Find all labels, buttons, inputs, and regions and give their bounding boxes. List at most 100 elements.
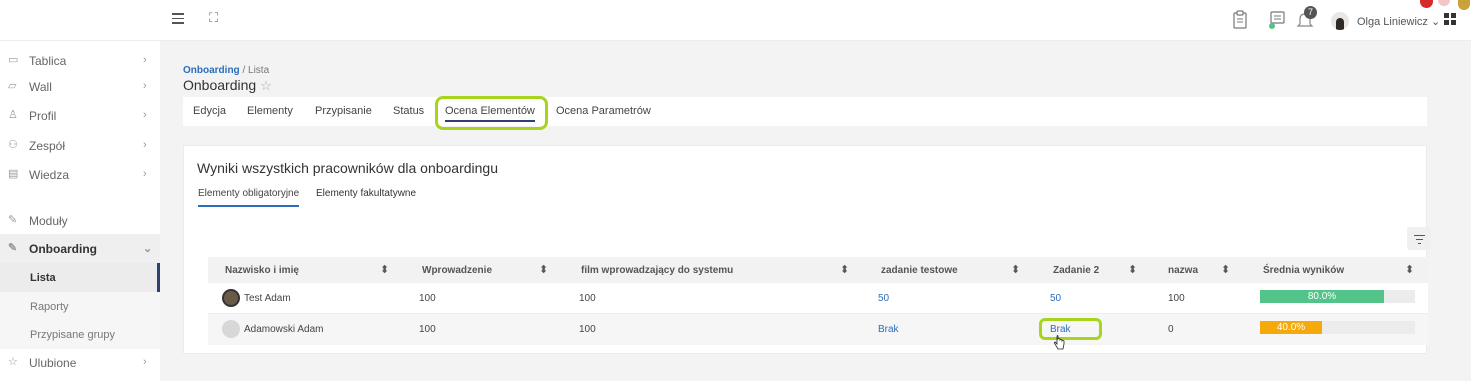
sort-icon[interactable]: ⬍ <box>539 263 548 276</box>
fullscreen-icon[interactable]: ⛶ <box>209 10 218 26</box>
sidebar-subitem-label: Lista <box>30 272 56 284</box>
user-icon: ♙ <box>8 109 18 121</box>
tab-ocena-parametrow[interactable]: Ocena Parametrów <box>556 105 651 117</box>
sidebar-subitem-przypisane-grupy[interactable]: Przypisane grupy <box>0 320 160 349</box>
filter-button[interactable] <box>1407 227 1431 250</box>
monitor-icon: ▭ <box>8 54 19 66</box>
filter-icon <box>1414 235 1425 236</box>
sidebar-item-label: Wall <box>29 80 52 94</box>
sidebar-item-label: Tablica <box>29 54 67 68</box>
apps-grid-icon[interactable] <box>1444 13 1457 26</box>
sidebar-item-onboarding[interactable]: ✎ Onboarding ⌄ <box>0 234 160 263</box>
column-header-zadanie-testowe[interactable]: zadanie testowe <box>881 265 958 276</box>
average-progress-bar: 80.0% <box>1260 290 1415 303</box>
favorite-star-icon[interactable]: ☆ <box>260 78 272 93</box>
sidebar-item-label: Moduły <box>29 214 68 228</box>
sidebar-item-moduly[interactable]: ✎ Moduły <box>0 206 160 235</box>
tab-edycja[interactable]: Edycja <box>193 105 226 117</box>
tab-przypisanie[interactable]: Przypisanie <box>315 105 372 117</box>
card-title: Wyniki wszystkich pracowników dla onboar… <box>197 160 499 176</box>
cell-film: 100 <box>579 293 596 304</box>
chat-icon: ▱ <box>8 80 17 92</box>
subtab-elementy-fakultatywne[interactable]: Elementy fakultatywne <box>316 188 416 199</box>
table-row[interactable]: Test Adam 100 100 50 50 100 80.0% <box>208 283 1428 314</box>
sidebar-item-wiedza[interactable]: ▤ Wiedza › <box>0 160 160 189</box>
breadcrumb-current: Lista <box>248 65 270 76</box>
table-header: Nazwisko i imię ⬍ Wprowadzenie ⬍ film wp… <box>208 257 1428 283</box>
chevron-down-icon: ⌄ <box>1430 16 1441 28</box>
flag-pl-icon[interactable] <box>1420 0 1433 8</box>
sidebar-item-label: Zespół <box>29 139 66 153</box>
sidebar-item-ulubione[interactable]: ☆ Ulubione › <box>0 348 160 377</box>
menu-icon[interactable] <box>172 13 184 25</box>
cell-zadanie-2-link[interactable]: 50 <box>1050 293 1061 304</box>
cell-wprowadzenie: 100 <box>419 324 436 335</box>
sidebar-subitem-lista[interactable]: Lista <box>0 263 160 292</box>
sidebar-subitem-label: Przypisane grupy <box>30 329 115 341</box>
chevron-right-icon: › <box>143 356 147 368</box>
sort-icon[interactable]: ⬍ <box>1128 263 1137 276</box>
avatar <box>222 320 240 338</box>
clipboard-icon[interactable] <box>1231 10 1249 30</box>
chevron-right-icon: › <box>143 109 147 121</box>
column-header-wprowadzenie[interactable]: Wprowadzenie <box>422 265 492 276</box>
cell-film: 100 <box>579 324 596 335</box>
flag-icon[interactable] <box>1458 0 1470 10</box>
sort-icon[interactable]: ⬍ <box>1405 263 1414 276</box>
sort-icon[interactable]: ⬍ <box>1221 263 1230 276</box>
average-progress-fill: 80.0% <box>1260 290 1384 303</box>
book-icon: ▤ <box>8 168 19 180</box>
chevron-right-icon: › <box>143 54 147 66</box>
flag-icon[interactable] <box>1438 0 1450 6</box>
chevron-right-icon: › <box>143 80 147 92</box>
top-bar: ⛶ 7 Olga Liniewicz ⌄ <box>0 0 1471 41</box>
cell-zadanie-testowe-link[interactable]: 50 <box>878 293 889 304</box>
sort-icon[interactable]: ⬍ <box>1011 263 1020 276</box>
user-avatar[interactable] <box>1331 12 1349 30</box>
cell-nazwa: 0 <box>1168 324 1174 335</box>
table-row[interactable]: Adamowski Adam 100 100 Brak Brak 0 40.0% <box>208 314 1428 345</box>
messages-icon[interactable] <box>1268 10 1286 30</box>
chevron-right-icon: › <box>143 139 147 151</box>
user-menu[interactable]: Olga Liniewicz ⌄ <box>1357 15 1440 28</box>
sort-icon[interactable]: ⬍ <box>840 263 849 276</box>
puzzle-icon: ✎ <box>8 214 18 226</box>
breadcrumb-link-onboarding[interactable]: Onboarding <box>183 65 240 76</box>
sidebar-item-label: Onboarding <box>29 242 97 256</box>
sort-icon[interactable]: ⬍ <box>380 263 389 276</box>
sidebar: ▭ Tablica › ▱ Wall › ♙ Profil › ⚇ Zespół… <box>0 41 160 381</box>
highlight-annotation <box>435 96 548 130</box>
tab-status[interactable]: Status <box>393 105 424 117</box>
hand-cursor-icon <box>1054 335 1065 350</box>
highlight-annotation <box>1039 318 1102 340</box>
tab-bar: Edycja Elementy Przypisanie Status Ocena… <box>183 97 1427 126</box>
chevron-down-icon: ⌄ <box>143 243 153 255</box>
notification-badge: 7 <box>1304 6 1317 19</box>
chevron-right-icon: › <box>143 168 147 180</box>
cell-zadanie-testowe-link[interactable]: Brak <box>878 324 899 335</box>
column-header-srednia[interactable]: Średnia wyników <box>1263 265 1344 276</box>
column-header-nazwa[interactable]: nazwa <box>1168 265 1198 276</box>
sidebar-subitem-raporty[interactable]: Raporty <box>0 292 160 321</box>
average-progress-bar: 40.0% <box>1260 321 1415 334</box>
sidebar-item-tablica[interactable]: ▭ Tablica › <box>0 46 160 75</box>
sidebar-subitem-label: Raporty <box>30 301 69 313</box>
avatar <box>222 289 240 307</box>
user-name: Olga Liniewicz <box>1357 16 1428 28</box>
puzzle-icon: ✎ <box>8 242 18 254</box>
tab-elementy[interactable]: Elementy <box>247 105 293 117</box>
cell-name: Test Adam <box>244 293 291 304</box>
sidebar-item-wall[interactable]: ▱ Wall › <box>0 72 160 101</box>
subtab-elementy-obligatoryjne[interactable]: Elementy obligatoryjne <box>198 188 300 207</box>
star-icon: ☆ <box>8 356 18 368</box>
cell-wprowadzenie: 100 <box>419 293 436 304</box>
column-header-film[interactable]: film wprowadzający do systemu <box>581 265 733 276</box>
sidebar-item-profil[interactable]: ♙ Profil › <box>0 101 160 130</box>
cell-nazwa: 100 <box>1168 293 1185 304</box>
column-header-zadanie-2[interactable]: Zadanie 2 <box>1053 265 1099 276</box>
filter-icon-line <box>1418 243 1421 244</box>
sidebar-item-zespol[interactable]: ⚇ Zespół › <box>0 131 160 160</box>
filter-icon-line <box>1416 239 1423 240</box>
column-header-name[interactable]: Nazwisko i imię <box>225 265 299 276</box>
page-title-container: Onboarding ☆ <box>183 77 272 94</box>
